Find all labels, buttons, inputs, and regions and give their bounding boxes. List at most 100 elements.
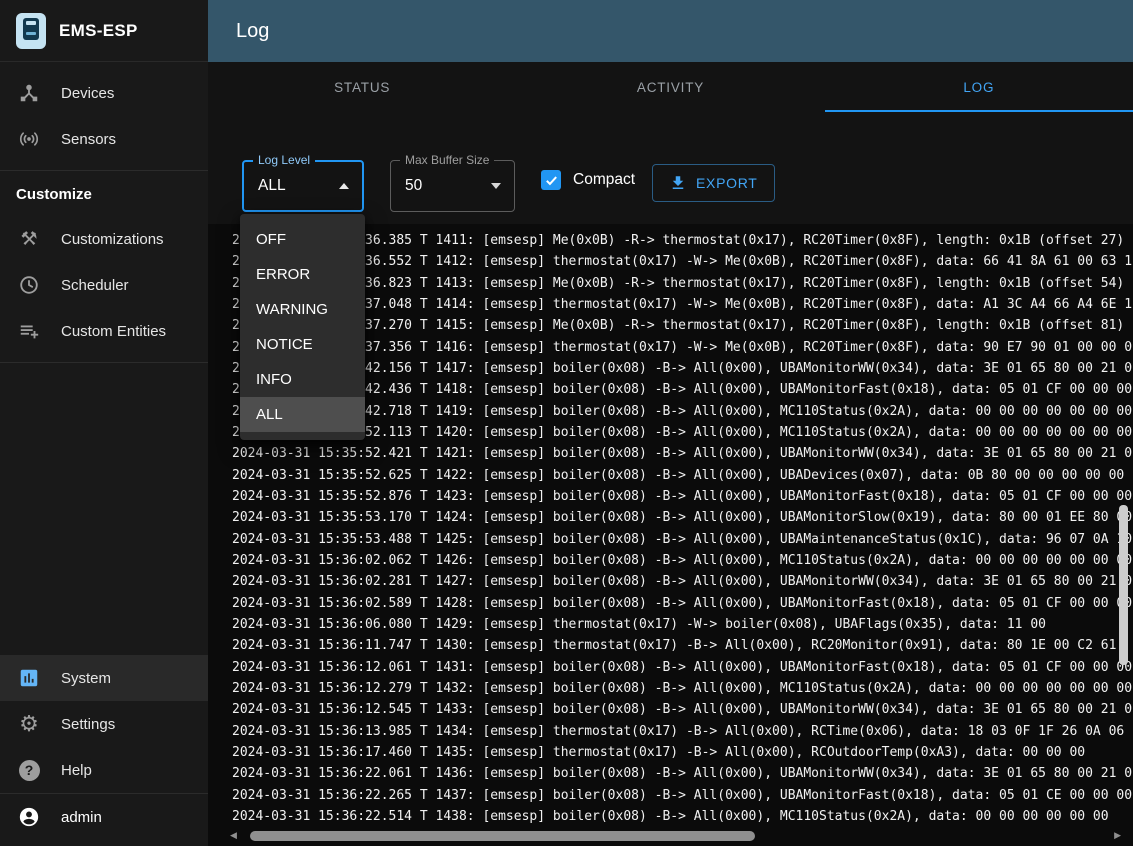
log-line: 2024-03-31 15:35:37.270 T 1415: [emsesp]… [232,315,1133,336]
log-line: 2024-03-31 15:35:52.625 T 1422: [emsesp]… [232,465,1133,486]
log-line: 2024-03-31 15:36:22.514 T 1438: [emsesp]… [232,806,1133,827]
sidebar-item-label: Devices [61,85,114,102]
log-level-select-value: ALL [258,177,286,195]
vertical-scrollbar-thumb[interactable] [1119,505,1128,665]
log-line: 2024-03-31 15:35:52.113 T 1420: [emsesp]… [232,422,1133,443]
log-line: 2024-03-31 15:36:02.281 T 1427: [emsesp]… [232,571,1133,592]
compact-toggle[interactable]: Compact [541,170,635,190]
log-line: 2024-03-31 15:35:52.876 T 1423: [emsesp]… [232,486,1133,507]
log-line: 2024-03-31 15:35:37.048 T 1414: [emsesp]… [232,294,1133,315]
log-line: 2024-03-31 15:35:36.552 T 1412: [emsesp]… [232,251,1133,272]
ems-esp-logo-icon [16,13,46,49]
sidebar-customize-nav: ⚒ Customizations Scheduler [0,214,208,362]
log-line: 2024-03-31 15:35:36.823 T 1413: [emsesp]… [232,273,1133,294]
log-line: 2024-03-31 15:35:42.718 T 1419: [emsesp]… [232,401,1133,422]
log-line: 2024-03-31 15:36:22.061 T 1436: [emsesp]… [232,763,1133,784]
main-content: Log STATUS ACTIVITY LOG Log Level ALL Ma… [208,0,1133,846]
log-level-select-label: Log Level [253,153,315,167]
log-line: 2024-03-31 15:35:36.385 T 1411: [emsesp]… [232,230,1133,251]
gear-icon: ⚙ [17,712,41,736]
log-line: 2024-03-31 15:35:52.421 T 1421: [emsesp]… [232,443,1133,464]
log-lines: 2024-03-31 15:35:36.385 T 1411: [emsesp]… [232,230,1133,828]
tab-log[interactable]: LOG [825,62,1133,112]
sidebar-item-label: Scheduler [61,277,129,294]
log-line: 2024-03-31 15:36:22.265 T 1437: [emsesp]… [232,785,1133,806]
log-line: 2024-03-31 15:36:12.061 T 1431: [emsesp]… [232,657,1133,678]
tools-icon: ⚒ [17,227,41,251]
menu-item-error[interactable]: ERROR [240,257,365,292]
sidebar-item-settings[interactable]: ⚙ Settings [0,701,208,747]
log-level-menu: OFF ERROR WARNING NOTICE INFO ALL [240,214,365,440]
playlist-add-icon [17,319,41,343]
log-line: 2024-03-31 15:35:53.170 T 1424: [emsesp]… [232,507,1133,528]
horizontal-scrollbar: ◀ ▶ [230,829,1121,842]
username-label: admin [61,809,102,826]
log-line: 2024-03-31 15:36:06.080 T 1429: [emsesp]… [232,614,1133,635]
max-buffer-size-select[interactable]: Max Buffer Size 50 [390,160,515,212]
sidebar-bottom: System ⚙ Settings ? Help admin [0,655,208,840]
menu-item-notice[interactable]: NOTICE [240,327,365,362]
question-mark-glyph: ? [19,760,40,781]
sidebar-item-label: Customizations [61,231,164,248]
sidebar-item-system[interactable]: System [0,655,208,701]
tab-activity[interactable]: ACTIVITY [516,62,824,112]
sidebar: EMS-ESP Devices Sensors [0,0,208,846]
system-monitor-icon [17,666,41,690]
log-line: 2024-03-31 15:36:11.747 T 1430: [emsesp]… [232,635,1133,656]
export-button[interactable]: EXPORT [652,164,775,202]
device-hub-icon [17,81,41,105]
log-line: 2024-03-31 15:36:12.545 T 1433: [emsesp]… [232,699,1133,720]
sidebar-item-help[interactable]: ? Help [0,747,208,793]
sidebar-item-label: Help [61,762,92,779]
sidebar-item-scheduler[interactable]: Scheduler [0,262,208,308]
log-line: 2024-03-31 15:36:17.460 T 1435: [emsesp]… [232,742,1133,763]
menu-item-info[interactable]: INFO [240,362,365,397]
export-button-label: EXPORT [696,175,758,191]
sidebar-item-label: Settings [61,716,115,733]
app-title: EMS-ESP [59,21,138,41]
log-line: 2024-03-31 15:36:02.589 T 1428: [emsesp]… [232,593,1133,614]
sidebar-section-customize: Customize [0,171,208,214]
app-bar: Log [208,0,1133,62]
sidebar-header: EMS-ESP [0,0,208,62]
clock-icon [17,273,41,297]
log-level-select[interactable]: Log Level ALL [242,160,364,212]
download-icon [669,174,687,192]
menu-item-off[interactable]: OFF [240,222,365,257]
account-circle-icon [17,805,41,829]
sidebar-item-devices[interactable]: Devices [0,70,208,116]
log-line: 2024-03-31 15:36:12.279 T 1432: [emsesp]… [232,678,1133,699]
ems-esp-app: EMS-ESP Devices Sensors [0,0,1133,846]
sidebar-user[interactable]: admin [0,794,208,840]
sidebar-item-label: Custom Entities [61,323,166,340]
menu-item-all[interactable]: ALL [240,397,365,432]
sidebar-item-custom-entities[interactable]: Custom Entities [0,308,208,354]
menu-item-warning[interactable]: WARNING [240,292,365,327]
log-line: 2024-03-31 15:35:37.356 T 1416: [emsesp]… [232,337,1133,358]
log-line: 2024-03-31 15:36:13.985 T 1434: [emsesp]… [232,721,1133,742]
sidebar-item-sensors[interactable]: Sensors [0,116,208,162]
sensors-icon [17,127,41,151]
horizontal-scrollbar-thumb[interactable] [250,831,755,841]
help-icon: ? [17,758,41,782]
page-title: Log [236,20,269,43]
max-buffer-size-label: Max Buffer Size [400,153,494,167]
scroll-right-arrow-icon[interactable]: ▶ [1114,831,1121,840]
sidebar-item-label: System [61,670,111,687]
chevron-up-icon [339,183,349,189]
log-line: 2024-03-31 15:35:42.436 T 1418: [emsesp]… [232,379,1133,400]
log-line: 2024-03-31 15:35:42.156 T 1417: [emsesp]… [232,358,1133,379]
max-buffer-size-value: 50 [405,177,422,195]
compact-label: Compact [573,171,635,189]
sidebar-item-customizations[interactable]: ⚒ Customizations [0,216,208,262]
compact-checkbox[interactable] [541,170,561,190]
log-line: 2024-03-31 15:36:02.062 T 1426: [emsesp]… [232,550,1133,571]
tab-bar: STATUS ACTIVITY LOG [208,62,1133,112]
chevron-down-icon [491,183,501,189]
tab-status[interactable]: STATUS [208,62,516,112]
scroll-left-arrow-icon[interactable]: ◀ [230,831,237,840]
sidebar-main-nav: Devices Sensors [0,62,208,170]
sidebar-item-label: Sensors [61,131,116,148]
horizontal-scrollbar-track[interactable] [242,831,1109,841]
sidebar-divider [0,362,208,363]
